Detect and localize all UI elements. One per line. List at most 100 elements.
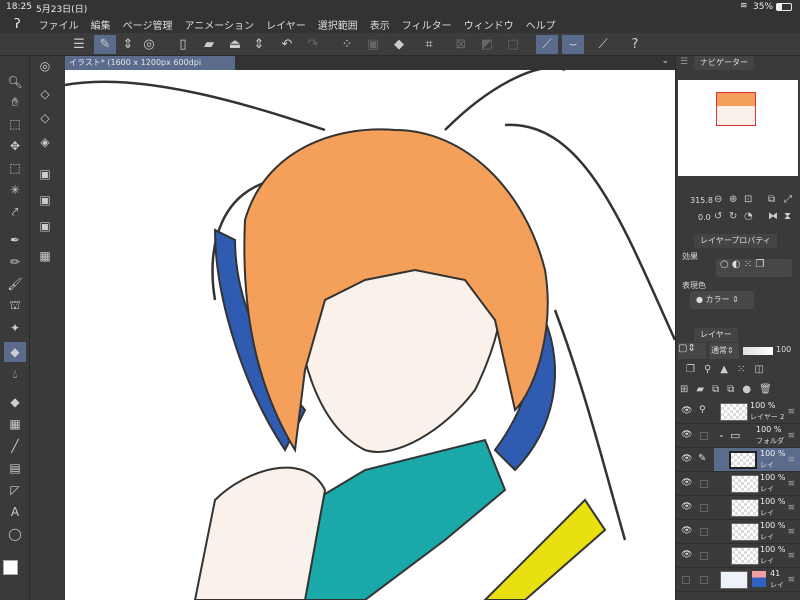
- layer-row[interactable]: 👁︎ 100 % レイ ≡: [676, 544, 800, 568]
- help-icon[interactable]: ?: [624, 35, 646, 54]
- eye-icon[interactable]: 👁︎: [681, 454, 692, 464]
- edit-mode-icon[interactable]: ✎: [94, 35, 116, 54]
- main-color-swatch[interactable]: [3, 560, 18, 575]
- menu-edit[interactable]: 編集: [91, 17, 111, 32]
- hand-icon[interactable]: ✋︎: [4, 92, 26, 112]
- folder-row[interactable]: 👁︎ ⌄ ▭ 100 % フォルダ ≡: [676, 424, 800, 448]
- sub-tool-a-icon[interactable]: ▣: [34, 164, 56, 184]
- expression-color-select[interactable]: ● カラー ⇕: [690, 291, 754, 309]
- eye-icon[interactable]: 👁︎: [681, 526, 692, 536]
- navigator-viewport[interactable]: [716, 92, 756, 126]
- layer-row[interactable]: 👁︎ 100 % レイ ≡: [676, 472, 800, 496]
- chevron-down-icon[interactable]: ⌄: [661, 56, 669, 66]
- airbrush-icon[interactable]: ⛫: [4, 296, 26, 316]
- menu-icon[interactable]: ☰: [68, 35, 90, 54]
- layer-lock-icons[interactable]: ❐⚲▲⁙◫: [686, 364, 773, 375]
- cloud-icon[interactable]: ◎: [138, 35, 160, 54]
- navigator-preview[interactable]: [678, 80, 798, 176]
- opacity-value[interactable]: 100: [776, 345, 791, 354]
- updown-icon[interactable]: ⇕: [117, 35, 139, 54]
- eye-icon[interactable]: 👁︎: [681, 502, 692, 512]
- ruler-icon[interactable]: ◸: [4, 480, 26, 500]
- open-folder-icon[interactable]: ▰: [198, 35, 220, 54]
- fit-icon[interactable]: ⊡: [744, 194, 752, 205]
- sub-tool-menu-icon[interactable]: ◎: [34, 56, 56, 76]
- snap-grid-icon[interactable]: ⟋: [592, 35, 614, 54]
- eyedropper-icon[interactable]: ⤤: [4, 202, 26, 222]
- panel-menu-icon[interactable]: ☰: [680, 57, 688, 67]
- menu-page[interactable]: ページ管理: [123, 17, 173, 32]
- snap-ruler-icon[interactable]: ⟋: [536, 35, 558, 54]
- fill-icon[interactable]: ◆: [388, 35, 410, 54]
- pencil-icon[interactable]: ✏: [4, 252, 26, 272]
- layer-tab[interactable]: レイヤー: [694, 328, 738, 342]
- snap-special-icon[interactable]: ⌣: [562, 35, 584, 54]
- tone-icon[interactable]: ◩: [476, 35, 498, 54]
- actual-size-icon[interactable]: ⧉: [768, 194, 775, 205]
- gradient-icon[interactable]: ▦: [4, 414, 26, 434]
- operation-icon[interactable]: ⬚: [4, 114, 26, 134]
- menu-filter[interactable]: フィルター: [402, 17, 452, 32]
- balloon-icon[interactable]: ◯: [4, 524, 26, 544]
- zoom-in-icon[interactable]: ⊕: [729, 194, 737, 205]
- rotate-right-icon[interactable]: ↻: [729, 211, 737, 222]
- layer-color-select[interactable]: ▢⇕: [678, 343, 706, 359]
- menu-window[interactable]: ウィンドウ: [464, 17, 514, 32]
- reset-rotation-icon[interactable]: ◔: [744, 211, 753, 222]
- menu-help[interactable]: ヘルプ: [526, 17, 556, 32]
- crop-icon[interactable]: ⊠: [450, 35, 472, 54]
- layer-row-selected[interactable]: 👁︎ ✎ 100 % レイ ≡: [676, 448, 800, 472]
- blend-mode-select[interactable]: 通常⇕: [709, 343, 739, 359]
- transform-icon[interactable]: ⌗: [418, 35, 440, 54]
- menu-layer[interactable]: レイヤー: [266, 17, 306, 32]
- magic-wand-icon[interactable]: ✳: [4, 180, 26, 200]
- figure-icon[interactable]: ╱: [4, 436, 26, 456]
- hard-eraser-icon[interactable]: ◇: [34, 84, 56, 104]
- pen-icon[interactable]: ✒: [4, 230, 26, 250]
- fill-tool-icon[interactable]: ◆: [4, 392, 26, 412]
- eye-icon[interactable]: 👁︎: [681, 478, 692, 488]
- vector-eraser-icon[interactable]: ◈: [34, 132, 56, 152]
- navigator-tab[interactable]: ナビゲーター: [694, 56, 754, 70]
- selection-icon[interactable]: ⬚: [4, 158, 26, 178]
- layer-action-icons[interactable]: ⊞▰⧉⧉●🗑︎: [680, 384, 780, 395]
- drawing-canvas[interactable]: [65, 70, 675, 600]
- new-file-icon[interactable]: ▯: [172, 35, 194, 54]
- menu-file[interactable]: ファイル: [39, 17, 79, 32]
- soft-eraser-icon[interactable]: ◇: [34, 108, 56, 128]
- updown-icon-2[interactable]: ⇕: [248, 35, 270, 54]
- sub-tool-c-icon[interactable]: ▣: [34, 216, 56, 236]
- zoom-out-icon[interactable]: ⊖: [714, 194, 722, 205]
- menu-view[interactable]: 表示: [370, 17, 390, 32]
- rotate-left-icon[interactable]: ↺: [714, 211, 722, 222]
- frame-icon[interactable]: ▢: [502, 35, 524, 54]
- menu-animation[interactable]: アニメーション: [184, 17, 254, 32]
- clear-icon[interactable]: ▣: [362, 35, 384, 54]
- effect-buttons[interactable]: ○ ◐ ⁙ ❐: [716, 259, 792, 277]
- flip-vertical-icon[interactable]: ⧗: [784, 211, 791, 222]
- text-icon[interactable]: A: [4, 502, 26, 522]
- brush-icon[interactable]: 🖌︎: [4, 274, 26, 294]
- menu-selection[interactable]: 選択範囲: [318, 17, 358, 32]
- layer-row[interactable]: 👁︎ 100 % レイ ≡: [676, 496, 800, 520]
- eye-icon[interactable]: 👁︎: [681, 406, 692, 416]
- blend-icon[interactable]: 💧︎: [4, 364, 26, 384]
- move-icon[interactable]: ✥: [4, 136, 26, 156]
- sub-tool-b-icon[interactable]: ▣: [34, 190, 56, 210]
- layer-row[interactable]: 👁︎ 100 % レイ ≡: [676, 520, 800, 544]
- redo-icon[interactable]: ↷: [302, 35, 324, 54]
- save-icon[interactable]: ⏏: [224, 35, 246, 54]
- zoom-icon[interactable]: 🔍︎: [4, 72, 26, 92]
- frame-border-icon[interactable]: ▤: [4, 458, 26, 478]
- app-logo-icon[interactable]: ʔ: [14, 17, 21, 32]
- opacity-slider[interactable]: [743, 347, 773, 355]
- eye-icon[interactable]: 👁︎: [681, 430, 692, 440]
- deselect-icon[interactable]: ⁘: [336, 35, 358, 54]
- document-tab[interactable]: イラスト* (1600 x 1200px 600dpi 315.8%): [65, 56, 235, 81]
- flip-horizontal-icon[interactable]: ⧓: [768, 211, 778, 222]
- eraser-icon[interactable]: ◆: [4, 342, 26, 362]
- undo-icon[interactable]: ↶: [276, 35, 298, 54]
- sub-tool-d-icon[interactable]: ▦: [34, 246, 56, 266]
- layer-property-tab[interactable]: レイヤープロパティ: [694, 234, 777, 248]
- eye-icon[interactable]: 👁︎: [681, 550, 692, 560]
